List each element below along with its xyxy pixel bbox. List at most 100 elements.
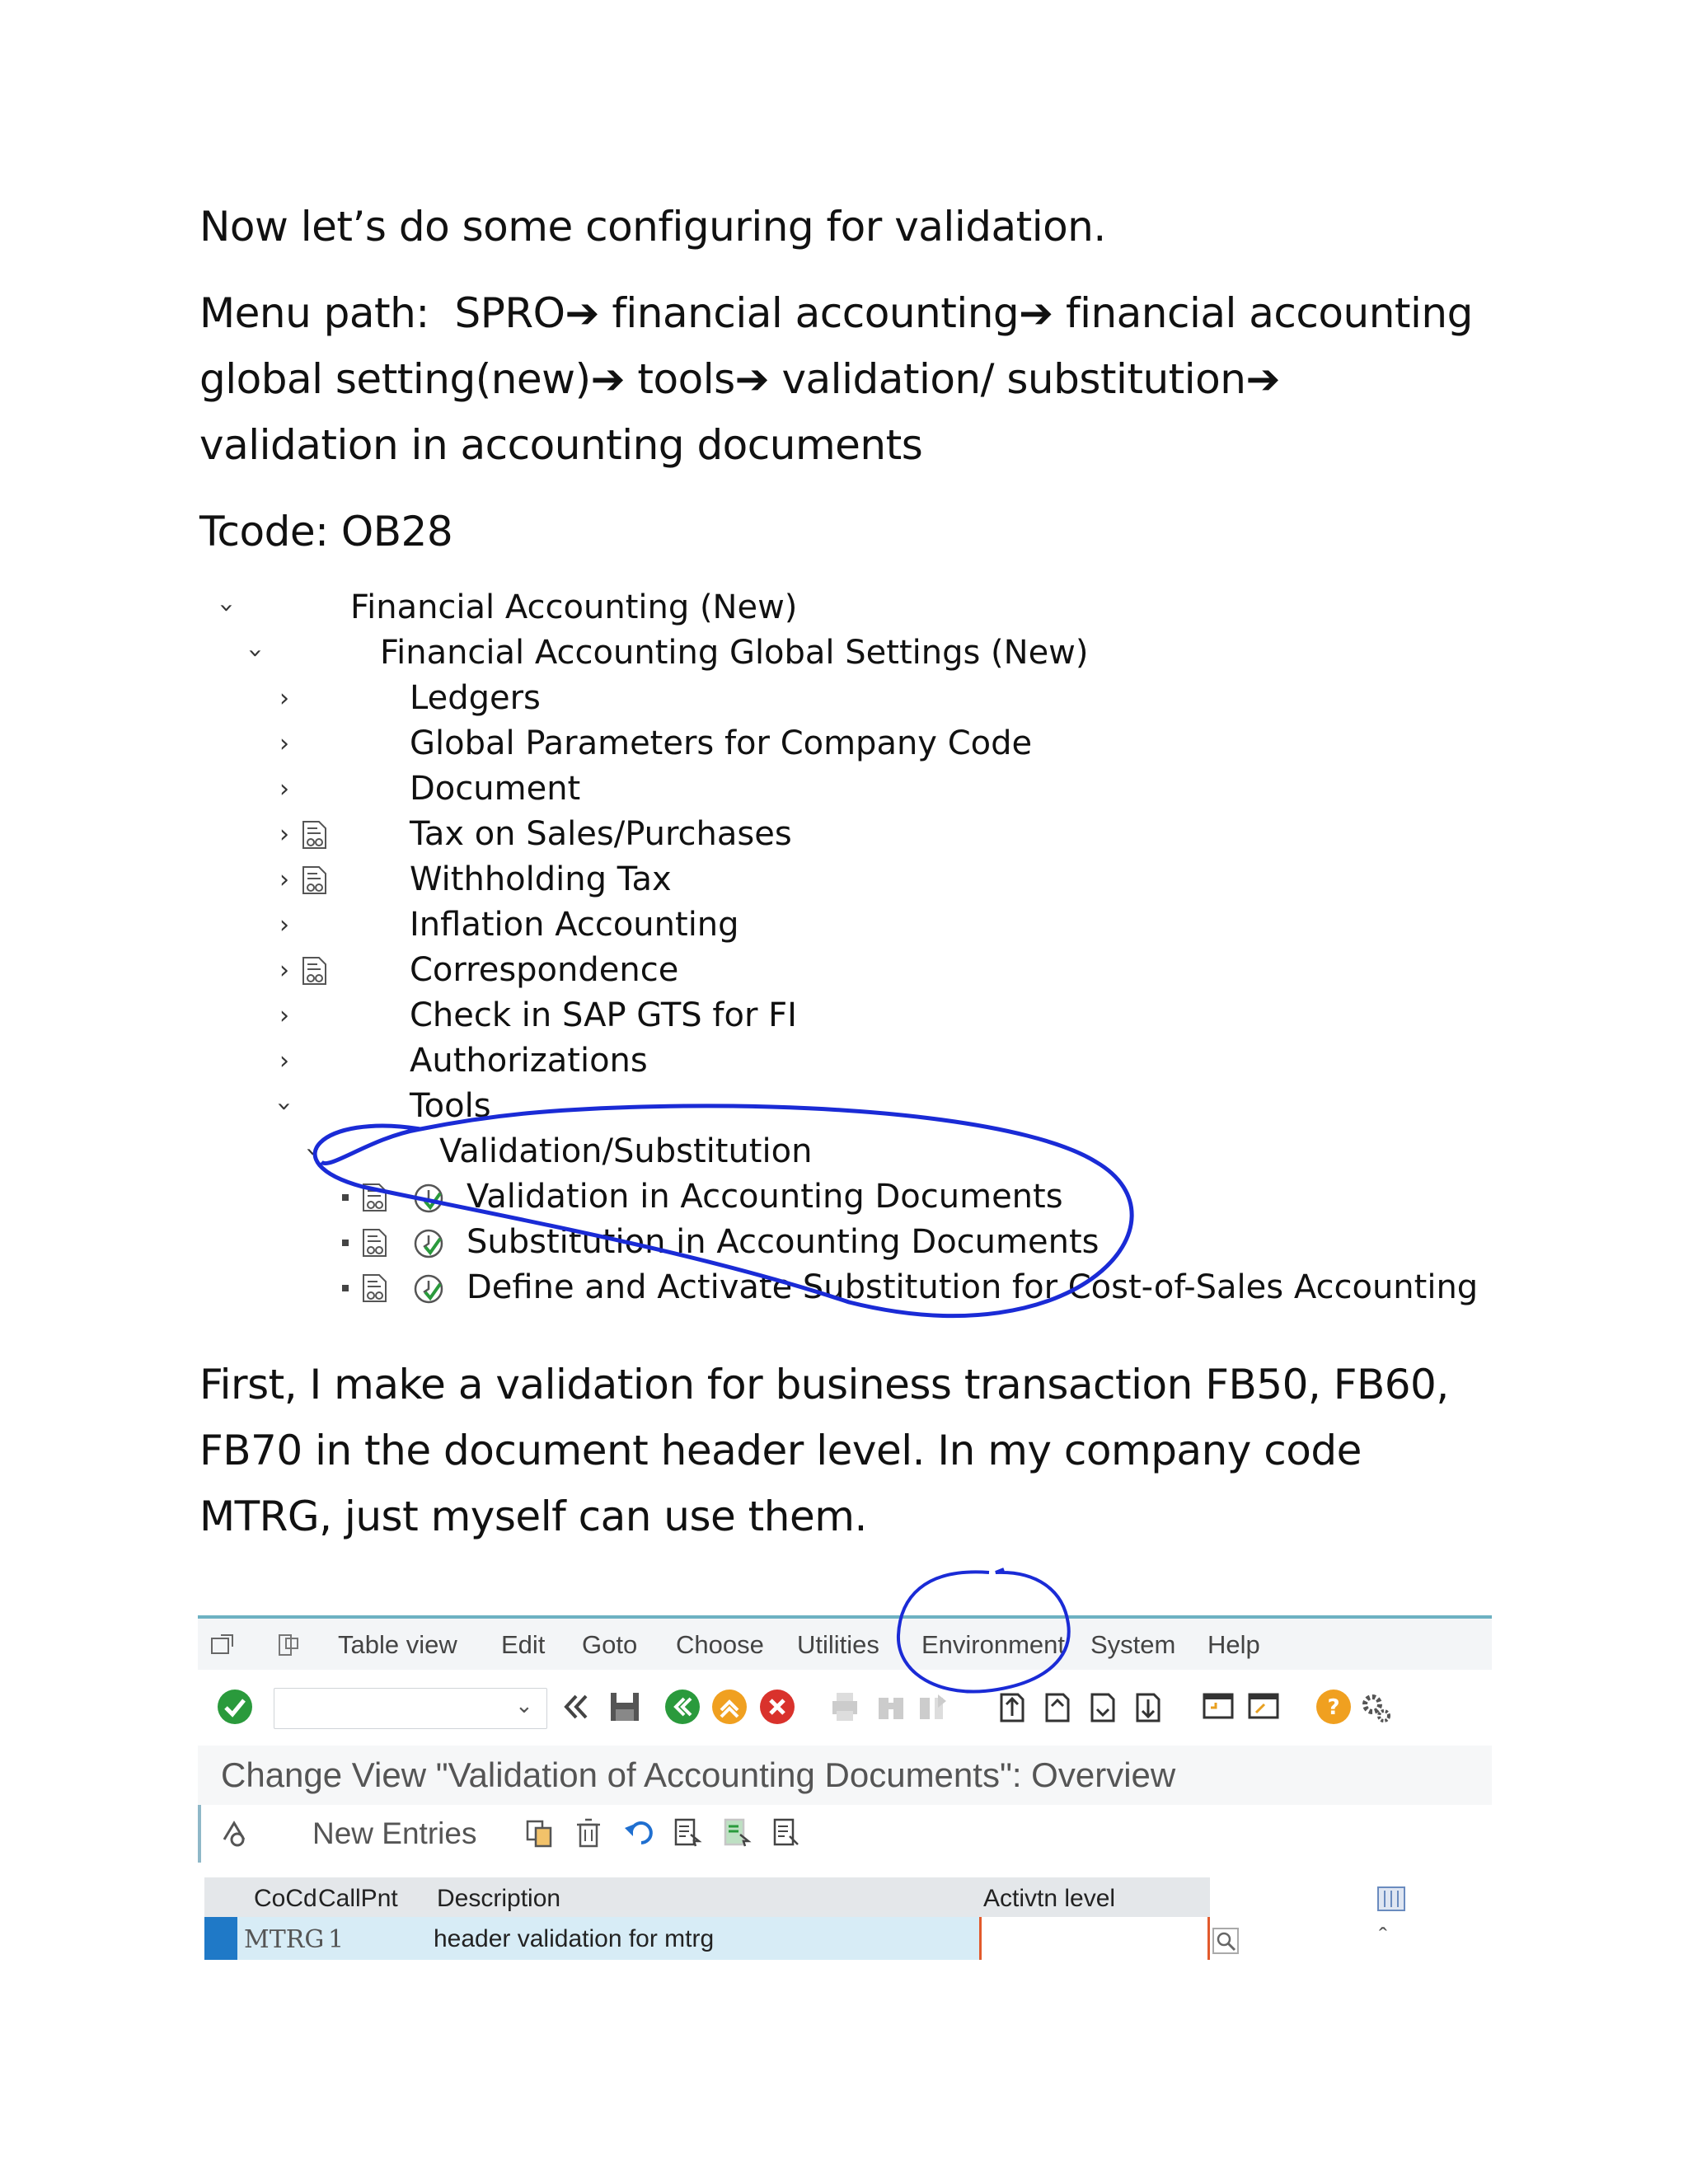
tree-item[interactable]: › Financial Accounting Global Settings (N… bbox=[206, 630, 1492, 676]
menu-path-step: tools bbox=[637, 355, 735, 403]
display-change-icon[interactable] bbox=[218, 1816, 251, 1849]
activation-level-input[interactable] bbox=[979, 1917, 1210, 1960]
paragraph-2: First, I make a validation for business … bbox=[199, 1352, 1485, 1549]
column-header-cocd[interactable]: CoCd bbox=[254, 1885, 317, 1913]
chevron-right-icon[interactable]: › bbox=[272, 812, 297, 857]
tree-item-label: Tax on Sales/Purchases bbox=[410, 815, 792, 853]
execute-clock-icon[interactable] bbox=[412, 1227, 445, 1260]
chevron-right-icon[interactable]: › bbox=[272, 676, 297, 721]
intro-text: Now let’s do some configuring for valida… bbox=[199, 203, 1106, 251]
next-page-icon[interactable] bbox=[1084, 1688, 1122, 1726]
chevron-down-icon[interactable]: › bbox=[206, 596, 250, 621]
paragraph-line: MTRG, just myself can use them. bbox=[199, 1493, 867, 1540]
help-icon[interactable]: ? bbox=[1315, 1688, 1353, 1726]
tree-item[interactable]: Validation in Accounting Documents bbox=[206, 1174, 1492, 1220]
column-header-description[interactable]: Description bbox=[437, 1885, 560, 1913]
chevron-down-icon[interactable]: › bbox=[291, 1140, 336, 1165]
page-title: Change View "Validation of Accounting Do… bbox=[221, 1755, 1176, 1794]
tree-item-label: Inflation Accounting bbox=[410, 906, 739, 944]
print-icon[interactable] bbox=[826, 1688, 864, 1726]
back-icon[interactable] bbox=[663, 1688, 701, 1726]
save-icon[interactable] bbox=[606, 1688, 644, 1726]
exit-menu-icon[interactable] bbox=[209, 1632, 236, 1658]
tree-item[interactable]: › Document bbox=[206, 766, 1492, 812]
menu-system[interactable]: System bbox=[1090, 1630, 1175, 1660]
sap-screen: Table view Edit Goto Choose Utilities En… bbox=[198, 1615, 1492, 1986]
undo-icon[interactable] bbox=[621, 1816, 654, 1849]
img-tree: › Financial Accounting (New) › Financial Ac… bbox=[206, 585, 1492, 1327]
column-header-callpnt[interactable]: CallPnt bbox=[318, 1885, 398, 1913]
chevron-right-icon[interactable]: › bbox=[272, 1038, 297, 1084]
menu-icon[interactable] bbox=[276, 1632, 302, 1658]
new-entries-button[interactable]: New Entries bbox=[312, 1816, 476, 1851]
chevron-right-icon[interactable]: › bbox=[272, 857, 297, 902]
paragraph-line: First, I make a validation for business … bbox=[199, 1361, 1449, 1408]
execute-clock-icon[interactable] bbox=[412, 1182, 445, 1215]
delete-icon[interactable] bbox=[572, 1816, 605, 1849]
tree-item[interactable]: › Ledgers bbox=[206, 676, 1492, 721]
tree-item[interactable]: › Inflation Accounting bbox=[206, 902, 1492, 948]
arrow-icon: ➔ bbox=[1019, 289, 1053, 337]
menu-environment[interactable]: Environment bbox=[921, 1630, 1065, 1660]
chevron-down-icon[interactable]: › bbox=[262, 1094, 307, 1119]
tree-item[interactable]: Define and Activate Substitution for Cos… bbox=[206, 1265, 1492, 1310]
settings-gear-icon[interactable] bbox=[1356, 1688, 1394, 1726]
shortcut-icon[interactable] bbox=[1245, 1688, 1282, 1726]
tree-item[interactable]: › Tools bbox=[206, 1084, 1492, 1129]
table-settings-icon[interactable] bbox=[1375, 1884, 1408, 1914]
chevron-right-icon[interactable]: › bbox=[272, 902, 297, 948]
tree-item[interactable]: Substitution in Accounting Documents bbox=[206, 1220, 1492, 1265]
tree-item[interactable]: › Authorizations bbox=[206, 1038, 1492, 1084]
first-page-icon[interactable] bbox=[993, 1688, 1031, 1726]
select-all-icon[interactable] bbox=[671, 1816, 704, 1849]
menu-choose[interactable]: Choose bbox=[676, 1630, 764, 1660]
previous-page-icon[interactable] bbox=[1039, 1688, 1076, 1726]
document-icon bbox=[363, 1183, 387, 1212]
cancel-icon[interactable] bbox=[758, 1688, 796, 1726]
tree-item-label: Substitution in Accounting Documents bbox=[467, 1223, 1100, 1261]
column-header-activation-level[interactable]: Activtn level bbox=[983, 1885, 1115, 1913]
execute-clock-icon[interactable] bbox=[412, 1272, 445, 1305]
menu-edit[interactable]: Edit bbox=[501, 1630, 545, 1660]
exit-icon[interactable] bbox=[710, 1688, 748, 1726]
copy-icon[interactable] bbox=[523, 1816, 556, 1849]
select-block-icon[interactable] bbox=[720, 1816, 753, 1849]
find-icon[interactable] bbox=[872, 1688, 910, 1726]
tree-item[interactable]: › Global Parameters for Company Code bbox=[206, 721, 1492, 766]
chevron-down-icon[interactable]: › bbox=[233, 641, 279, 666]
last-page-icon[interactable] bbox=[1129, 1688, 1167, 1726]
tree-item[interactable]: › Withholding Tax bbox=[206, 857, 1492, 902]
tree-item[interactable]: › Correspondence bbox=[206, 948, 1492, 993]
arrow-icon: ➔ bbox=[590, 355, 626, 403]
back-double-icon[interactable] bbox=[556, 1688, 594, 1726]
tree-item-label: Financial Accounting (New) bbox=[350, 588, 798, 626]
menu-help[interactable]: Help bbox=[1207, 1630, 1260, 1660]
command-field[interactable] bbox=[274, 1688, 547, 1729]
new-session-icon[interactable] bbox=[1199, 1688, 1237, 1726]
title-bar: Change View "Validation of Accounting Do… bbox=[198, 1746, 1492, 1806]
tree-item[interactable]: › Tax on Sales/Purchases bbox=[206, 812, 1492, 857]
chevron-down-icon[interactable]: ⌄ bbox=[515, 1693, 533, 1718]
tree-item[interactable]: › Financial Accounting (New) bbox=[206, 585, 1492, 630]
menu-table-view[interactable]: Table view bbox=[338, 1630, 457, 1660]
menu-path: Menu path: SPRO➔ financial accounting➔ f… bbox=[199, 280, 1485, 478]
tree-item[interactable]: › Check in SAP GTS for FI bbox=[206, 993, 1492, 1038]
chevron-right-icon[interactable]: › bbox=[272, 766, 297, 812]
row-selector[interactable] bbox=[204, 1917, 237, 1960]
check-icon[interactable] bbox=[216, 1688, 254, 1726]
chevron-right-icon[interactable]: › bbox=[272, 721, 297, 766]
cell-callpnt: 1 bbox=[328, 1925, 345, 1954]
document-icon bbox=[302, 866, 326, 894]
chevron-right-icon[interactable]: › bbox=[272, 948, 297, 993]
search-help-icon[interactable] bbox=[1212, 1927, 1240, 1955]
menu-goto[interactable]: Goto bbox=[582, 1630, 637, 1660]
menu-bar: Table view Edit Goto Choose Utilities En… bbox=[198, 1619, 1492, 1671]
find-next-icon[interactable] bbox=[913, 1688, 951, 1726]
scroll-up-icon[interactable]: ˆ bbox=[1379, 1924, 1387, 1952]
tree-item-label: Authorizations bbox=[410, 1042, 648, 1080]
document-icon bbox=[363, 1229, 387, 1257]
tree-item[interactable]: › Validation/Substitution bbox=[206, 1129, 1492, 1174]
menu-utilities[interactable]: Utilities bbox=[797, 1630, 879, 1660]
deselect-all-icon[interactable] bbox=[770, 1816, 803, 1849]
chevron-right-icon[interactable]: › bbox=[272, 993, 297, 1038]
